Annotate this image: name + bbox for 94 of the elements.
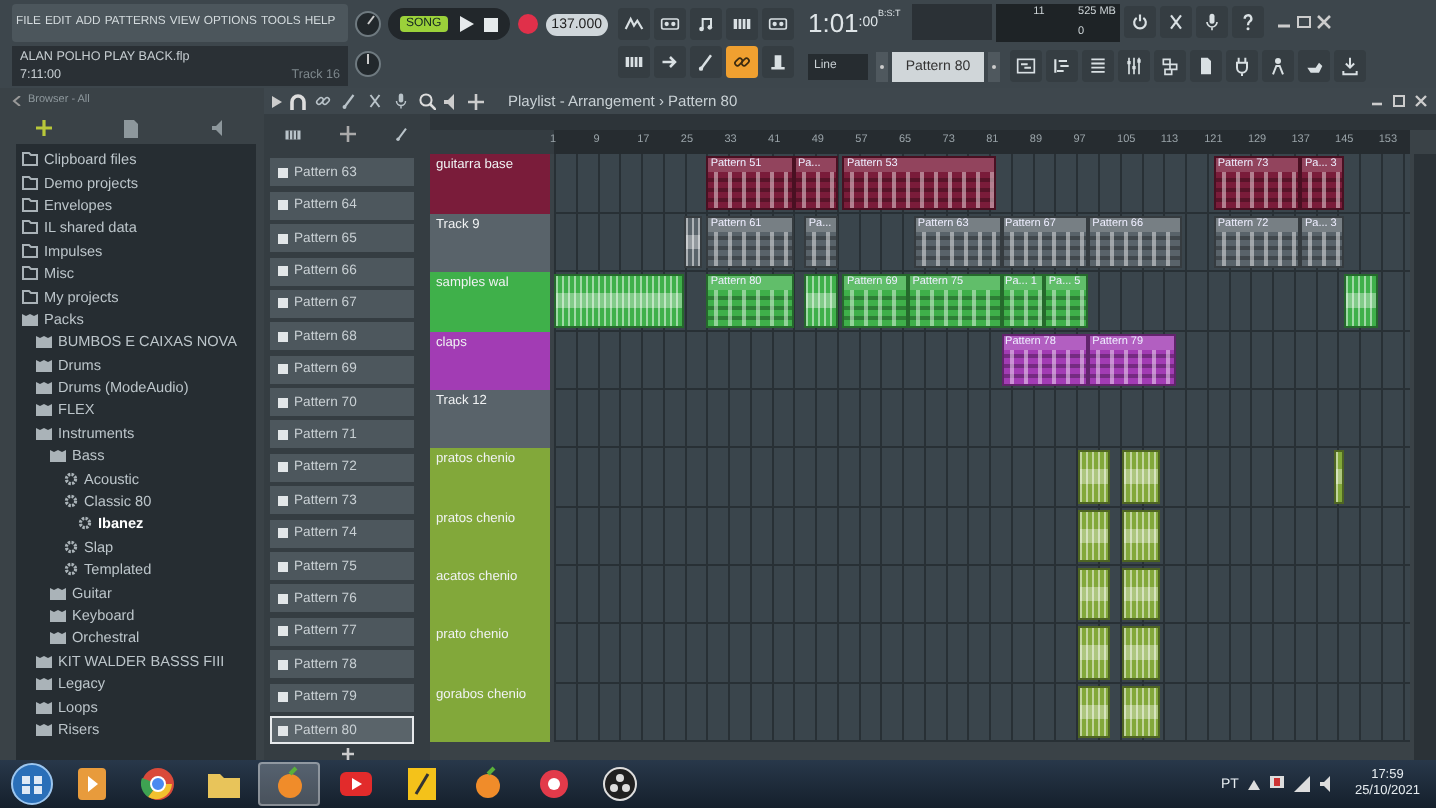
document-icon[interactable] xyxy=(124,119,139,137)
track-lane[interactable] xyxy=(554,624,1410,684)
start-button-icon xyxy=(10,762,54,806)
chain-link-icon[interactable] xyxy=(314,92,332,111)
pattern-icon xyxy=(278,200,288,211)
pattern-icon xyxy=(278,495,288,506)
pattern-clip[interactable] xyxy=(1077,568,1111,621)
maximize-icon[interactable] xyxy=(1392,94,1406,109)
caret-icon[interactable] xyxy=(1248,779,1261,789)
signal-icon[interactable] xyxy=(1294,776,1311,792)
power-icon xyxy=(1129,12,1150,32)
time-value: 1:01 xyxy=(807,7,859,37)
pattern-icon xyxy=(278,364,288,375)
record-circle-icon xyxy=(597,762,641,806)
pattern-icon xyxy=(278,725,288,735)
download-icon xyxy=(1339,56,1360,76)
stepper-button[interactable] xyxy=(875,51,888,81)
pattern-clip[interactable] xyxy=(1121,509,1160,563)
stop-icon[interactable] xyxy=(483,17,498,31)
flag-icon[interactable] xyxy=(1270,776,1285,792)
pattern-icon xyxy=(278,397,288,408)
pattern-icon xyxy=(278,266,288,277)
pattern-clip[interactable] xyxy=(1077,685,1111,739)
channel-rack-icon xyxy=(1159,56,1180,76)
piano-keys-icon xyxy=(731,14,752,34)
pattern-clip[interactable] xyxy=(684,215,702,269)
pattern-clip[interactable] xyxy=(1121,626,1160,680)
brush-icon[interactable] xyxy=(340,92,358,111)
crossed-lines-icon[interactable] xyxy=(366,92,384,111)
mixer-icon xyxy=(1123,56,1144,76)
pattern-icon xyxy=(278,233,288,244)
piano-keys-icon[interactable] xyxy=(283,125,302,144)
taskbar-button[interactable] xyxy=(8,762,56,806)
pattern-clip[interactable] xyxy=(1077,450,1111,504)
brush-icon[interactable] xyxy=(394,126,411,143)
pattern-icon xyxy=(278,626,288,637)
person-icon xyxy=(1267,56,1288,76)
microphone-icon[interactable] xyxy=(392,92,410,111)
play-icon[interactable] xyxy=(457,16,474,32)
zoom-icon[interactable] xyxy=(418,92,436,111)
speaker-icon[interactable] xyxy=(444,93,460,110)
close-icon[interactable] xyxy=(1414,94,1428,109)
maximize-icon[interactable] xyxy=(1295,14,1312,30)
move-icon[interactable] xyxy=(468,93,484,110)
pattern-icon xyxy=(278,528,288,539)
crossed-lines-icon xyxy=(1165,12,1186,32)
piano-roll-icon xyxy=(1051,56,1072,76)
stepper-button[interactable] xyxy=(987,51,1000,81)
pattern-clip[interactable] xyxy=(1077,509,1111,563)
pattern-icon xyxy=(278,429,288,440)
pattern-clip[interactable] xyxy=(1121,685,1160,739)
microphone-icon xyxy=(1201,12,1222,32)
track-lane[interactable] xyxy=(554,566,1410,625)
round-logo-icon xyxy=(135,762,179,806)
pattern-icon xyxy=(278,331,288,342)
tape-icon xyxy=(659,14,680,34)
pattern-icon xyxy=(278,561,288,572)
pattern-clip[interactable] xyxy=(1333,450,1345,504)
tape-icon xyxy=(767,14,788,34)
pattern-icon xyxy=(278,659,288,670)
pattern-clip[interactable] xyxy=(1077,626,1111,680)
pattern-clip[interactable] xyxy=(1344,274,1378,328)
track-lane[interactable] xyxy=(554,448,1410,508)
brush-icon xyxy=(695,52,716,72)
document-icon xyxy=(1195,56,1216,76)
pattern-clip[interactable] xyxy=(554,274,685,328)
pattern-clip[interactable] xyxy=(1121,450,1160,504)
waveform-icon xyxy=(623,14,644,34)
track-lane[interactable] xyxy=(554,389,1410,449)
plus-icon[interactable] xyxy=(341,748,353,760)
plus-icon[interactable] xyxy=(36,120,53,136)
close-icon[interactable] xyxy=(1315,14,1332,30)
magnet-icon[interactable] xyxy=(290,93,306,110)
pattern-icon xyxy=(278,462,288,473)
pattern-icon xyxy=(278,593,288,604)
pattern-clip[interactable] xyxy=(1121,568,1160,621)
move-icon[interactable] xyxy=(339,126,356,143)
playlist-icon xyxy=(1015,56,1036,76)
track-lane[interactable] xyxy=(554,683,1410,743)
pattern-icon xyxy=(278,167,288,178)
knob[interactable] xyxy=(354,50,382,78)
play-icon[interactable] xyxy=(272,95,282,108)
arrow-icon xyxy=(659,52,680,72)
knob[interactable] xyxy=(354,10,382,38)
piano-keys-icon xyxy=(623,52,644,72)
music-note-icon xyxy=(695,14,716,34)
pattern-clip[interactable] xyxy=(804,274,838,328)
track-lane[interactable] xyxy=(554,507,1410,567)
pattern-icon xyxy=(278,692,288,703)
hat-icon xyxy=(767,52,788,72)
plug-icon xyxy=(1231,56,1252,76)
chain-link-icon xyxy=(731,52,752,72)
pattern-icon xyxy=(278,298,288,309)
list-icon xyxy=(1087,56,1108,76)
